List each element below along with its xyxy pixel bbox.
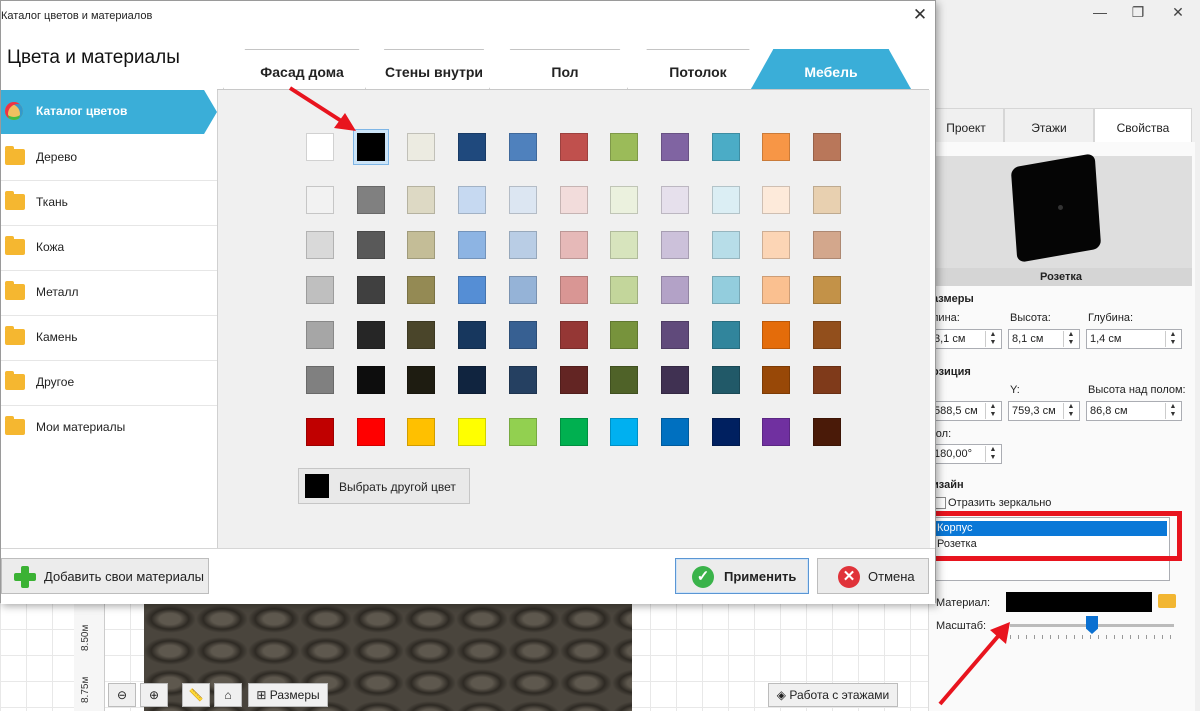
arrow-to-black-swatch (288, 86, 356, 131)
annotation-arrows (288, 86, 1010, 706)
arrow-to-material-swatch (938, 622, 1010, 706)
